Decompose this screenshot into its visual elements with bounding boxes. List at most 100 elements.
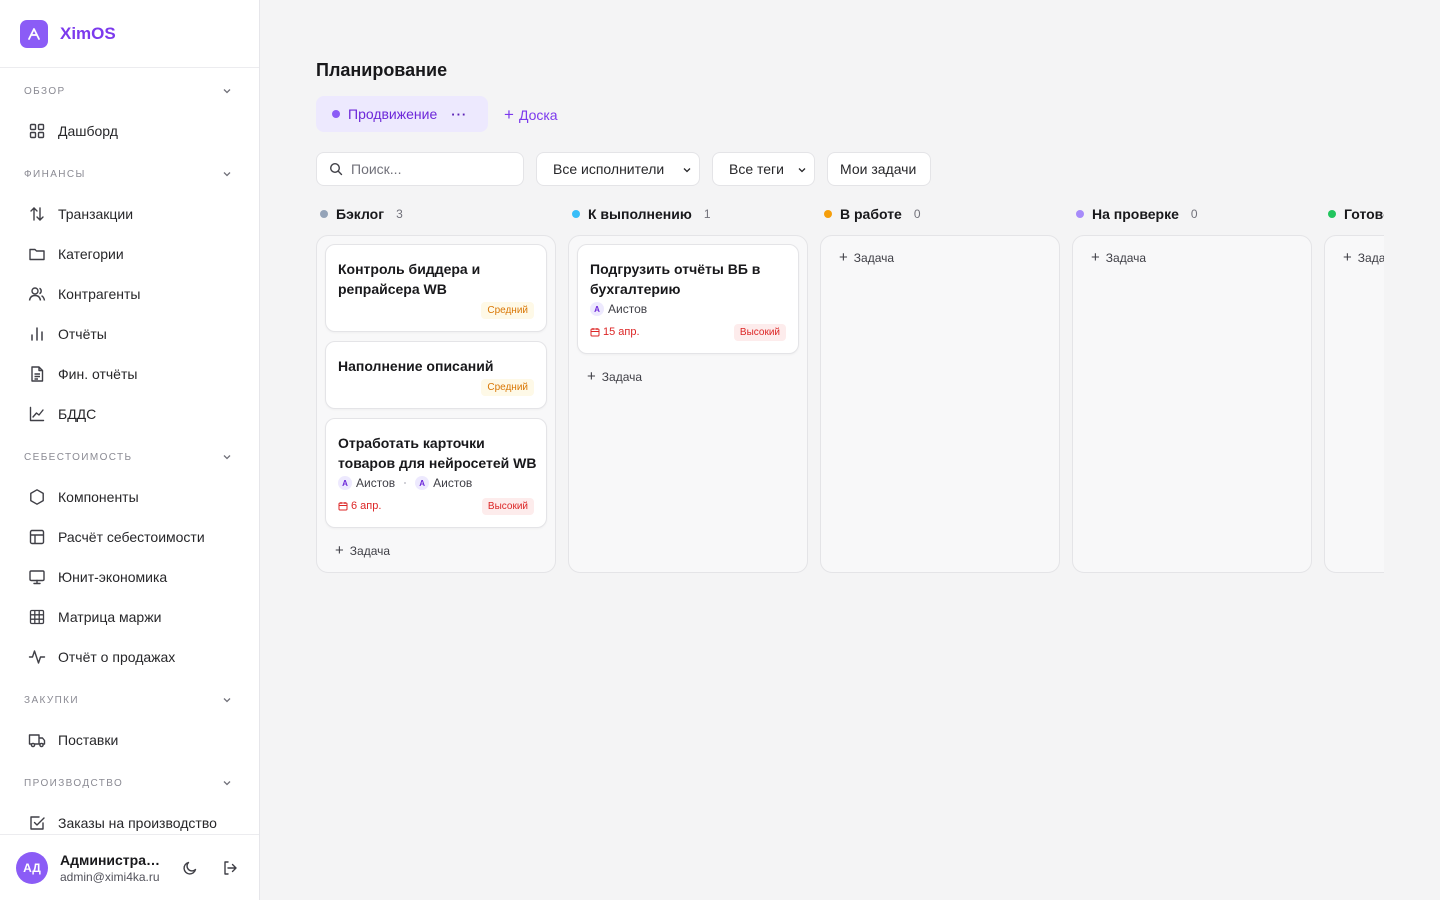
logout-icon[interactable] xyxy=(220,858,240,878)
users-icon xyxy=(28,285,46,303)
user-name: Администратор xyxy=(60,851,164,868)
sidebar-item-label: Компоненты xyxy=(58,489,139,505)
sidebar-item-contractors[interactable]: Контрагенты xyxy=(0,274,259,314)
user-info[interactable]: Администратор admin@ximi4ka.ru xyxy=(60,852,164,884)
tags-select[interactable]: Все теги xyxy=(712,152,815,186)
search-input[interactable] xyxy=(351,161,511,177)
chevron-down-icon xyxy=(798,168,806,173)
plus-icon: + xyxy=(504,105,514,124)
assignee-name: Аистов xyxy=(608,302,648,316)
sidebar-item-supplies[interactable]: Поставки xyxy=(0,720,259,760)
add-task-label: Задача xyxy=(349,543,391,558)
add-board-button[interactable]: + Доска xyxy=(504,105,558,125)
user-panel: АД Администратор admin@ximi4ka.ru xyxy=(0,834,259,900)
status-dot xyxy=(1076,210,1084,218)
column-body: + Задача xyxy=(1072,235,1312,573)
column-title: На проверке xyxy=(1092,206,1179,222)
chevron-down-icon xyxy=(223,781,231,786)
plus-icon: + xyxy=(335,542,344,559)
add-task-button[interactable]: + Задача xyxy=(335,542,390,559)
section-label: ОБЗОР xyxy=(24,85,66,97)
sidebar-item-unit-economics[interactable]: Юнит-экономика xyxy=(0,557,259,597)
page-title: Планирование xyxy=(316,60,448,80)
sidebar-item-label: Юнит-экономика xyxy=(58,569,168,585)
task-title: Наполнение описаний xyxy=(338,358,494,374)
sidebar-item-production-orders[interactable]: Заказы на производство xyxy=(0,803,259,834)
sidebar-item-components[interactable]: Компоненты xyxy=(0,477,259,517)
task-card[interactable]: Отработать карточки товаров для нейросет… xyxy=(325,418,547,528)
ximos-logo-icon xyxy=(20,19,48,48)
section-label: ФИНАНСЫ xyxy=(24,168,86,180)
monitor-icon xyxy=(28,568,46,586)
chevron-down-icon xyxy=(223,698,231,703)
sidebar-item-categories[interactable]: Категории xyxy=(0,234,259,274)
app-name: XimOS xyxy=(60,23,116,43)
add-task-label: Задача xyxy=(1357,250,1384,265)
column-header: Готово xyxy=(1324,200,1384,228)
avatar[interactable]: АД xyxy=(16,851,48,884)
assignee-avatar: А xyxy=(338,476,352,490)
column-in-progress: В работе 0 + Задача xyxy=(820,200,1060,573)
main-content: Планирование Продвижение ··· + Доска Все… xyxy=(260,0,1440,900)
sidebar-item-label: Поставки xyxy=(58,732,119,748)
status-dot xyxy=(572,210,580,218)
assignee-name: Аистов xyxy=(433,476,473,490)
tags-select-value: Все теги xyxy=(729,161,784,177)
sidebar-item-fin-reports[interactable]: Фин. отчёты xyxy=(0,354,259,394)
sidebar-item-sales-report[interactable]: Отчёт о продажах xyxy=(0,637,259,677)
truck-icon xyxy=(28,731,46,749)
sidebar-item-transactions[interactable]: Транзакции xyxy=(0,194,259,234)
task-card[interactable]: Контроль биддера и репрайсера WB Средний xyxy=(325,244,547,332)
brand[interactable]: XimOS xyxy=(0,0,259,68)
section-cost[interactable]: СЕБЕСТОИМОСТЬ xyxy=(0,437,259,477)
chevron-down-icon xyxy=(683,168,691,173)
assignee-avatar: А xyxy=(415,476,430,490)
column-title: Бэклог xyxy=(336,206,385,222)
section-overview[interactable]: ОБЗОР xyxy=(0,71,259,111)
board-tab-label: Продвижение xyxy=(348,106,438,122)
column-body: Контроль биддера и репрайсера WB Средний… xyxy=(316,235,556,573)
column-title: К выполнению xyxy=(588,206,692,222)
sidebar-item-bdds[interactable]: БДДС xyxy=(0,394,259,434)
task-title: Отработать карточки товаров для нейросет… xyxy=(338,435,537,471)
priority-badge: Высокий xyxy=(481,498,534,515)
sidebar-item-label: Матрица маржи xyxy=(58,609,162,625)
search-box[interactable] xyxy=(316,152,524,186)
add-task-button[interactable]: + Задача xyxy=(1343,249,1384,266)
sidebar-item-label: Отчёт о продажах xyxy=(58,649,176,665)
plus-icon: + xyxy=(1091,249,1100,266)
task-card[interactable]: Подгрузить отчёты ВБ в бухгалтерию А Аис… xyxy=(577,244,799,354)
section-production[interactable]: ПРОИЗВОДСТВО xyxy=(0,763,259,803)
assignee-avatar: А xyxy=(590,302,604,316)
section-finance[interactable]: ФИНАНСЫ xyxy=(0,154,259,194)
user-email: admin@ximi4ka.ru xyxy=(60,869,160,884)
kanban-board: Бэклог 3 Контроль биддера и репрайсера W… xyxy=(316,200,1384,580)
assignee-select[interactable]: Все исполнители xyxy=(536,152,700,186)
hexagon-icon xyxy=(28,488,46,506)
add-task-button[interactable]: + Задача xyxy=(587,368,642,385)
sidebar-item-cost-calc[interactable]: Расчёт себестоимости xyxy=(0,517,259,557)
due-date-text: 15 апр. xyxy=(603,326,640,338)
add-task-button[interactable]: + Задача xyxy=(839,249,894,266)
sidebar-item-reports[interactable]: Отчёты xyxy=(0,314,259,354)
task-due-date: 6 апр. xyxy=(338,500,381,512)
chevron-down-icon xyxy=(223,89,231,94)
plus-icon: + xyxy=(839,249,848,266)
grid-table-icon xyxy=(28,608,46,626)
calendar-icon xyxy=(590,328,600,337)
plus-icon: + xyxy=(587,368,596,385)
add-task-button[interactable]: + Задача xyxy=(1091,249,1146,266)
add-task-label: Задача xyxy=(601,369,643,384)
task-card[interactable]: Наполнение описаний Средний xyxy=(325,341,547,409)
more-icon[interactable]: ··· xyxy=(451,107,467,122)
column-count: 1 xyxy=(703,207,711,221)
sidebar-nav: ОБЗОР Дашборд ФИНАНСЫ Транзакции Категор… xyxy=(0,68,259,834)
section-purchases[interactable]: ЗАКУПКИ xyxy=(0,680,259,720)
theme-toggle-moon-icon[interactable] xyxy=(180,858,200,878)
column-body: + Задача xyxy=(1324,235,1384,573)
board-tab-promotion[interactable]: Продвижение ··· xyxy=(316,96,488,132)
sidebar-item-dashboard[interactable]: Дашборд xyxy=(0,111,259,151)
sidebar-item-margin-matrix[interactable]: Матрица маржи xyxy=(0,597,259,637)
my-tasks-button[interactable]: Мои задачи xyxy=(827,152,931,186)
column-backlog: Бэклог 3 Контроль биддера и репрайсера W… xyxy=(316,200,556,573)
